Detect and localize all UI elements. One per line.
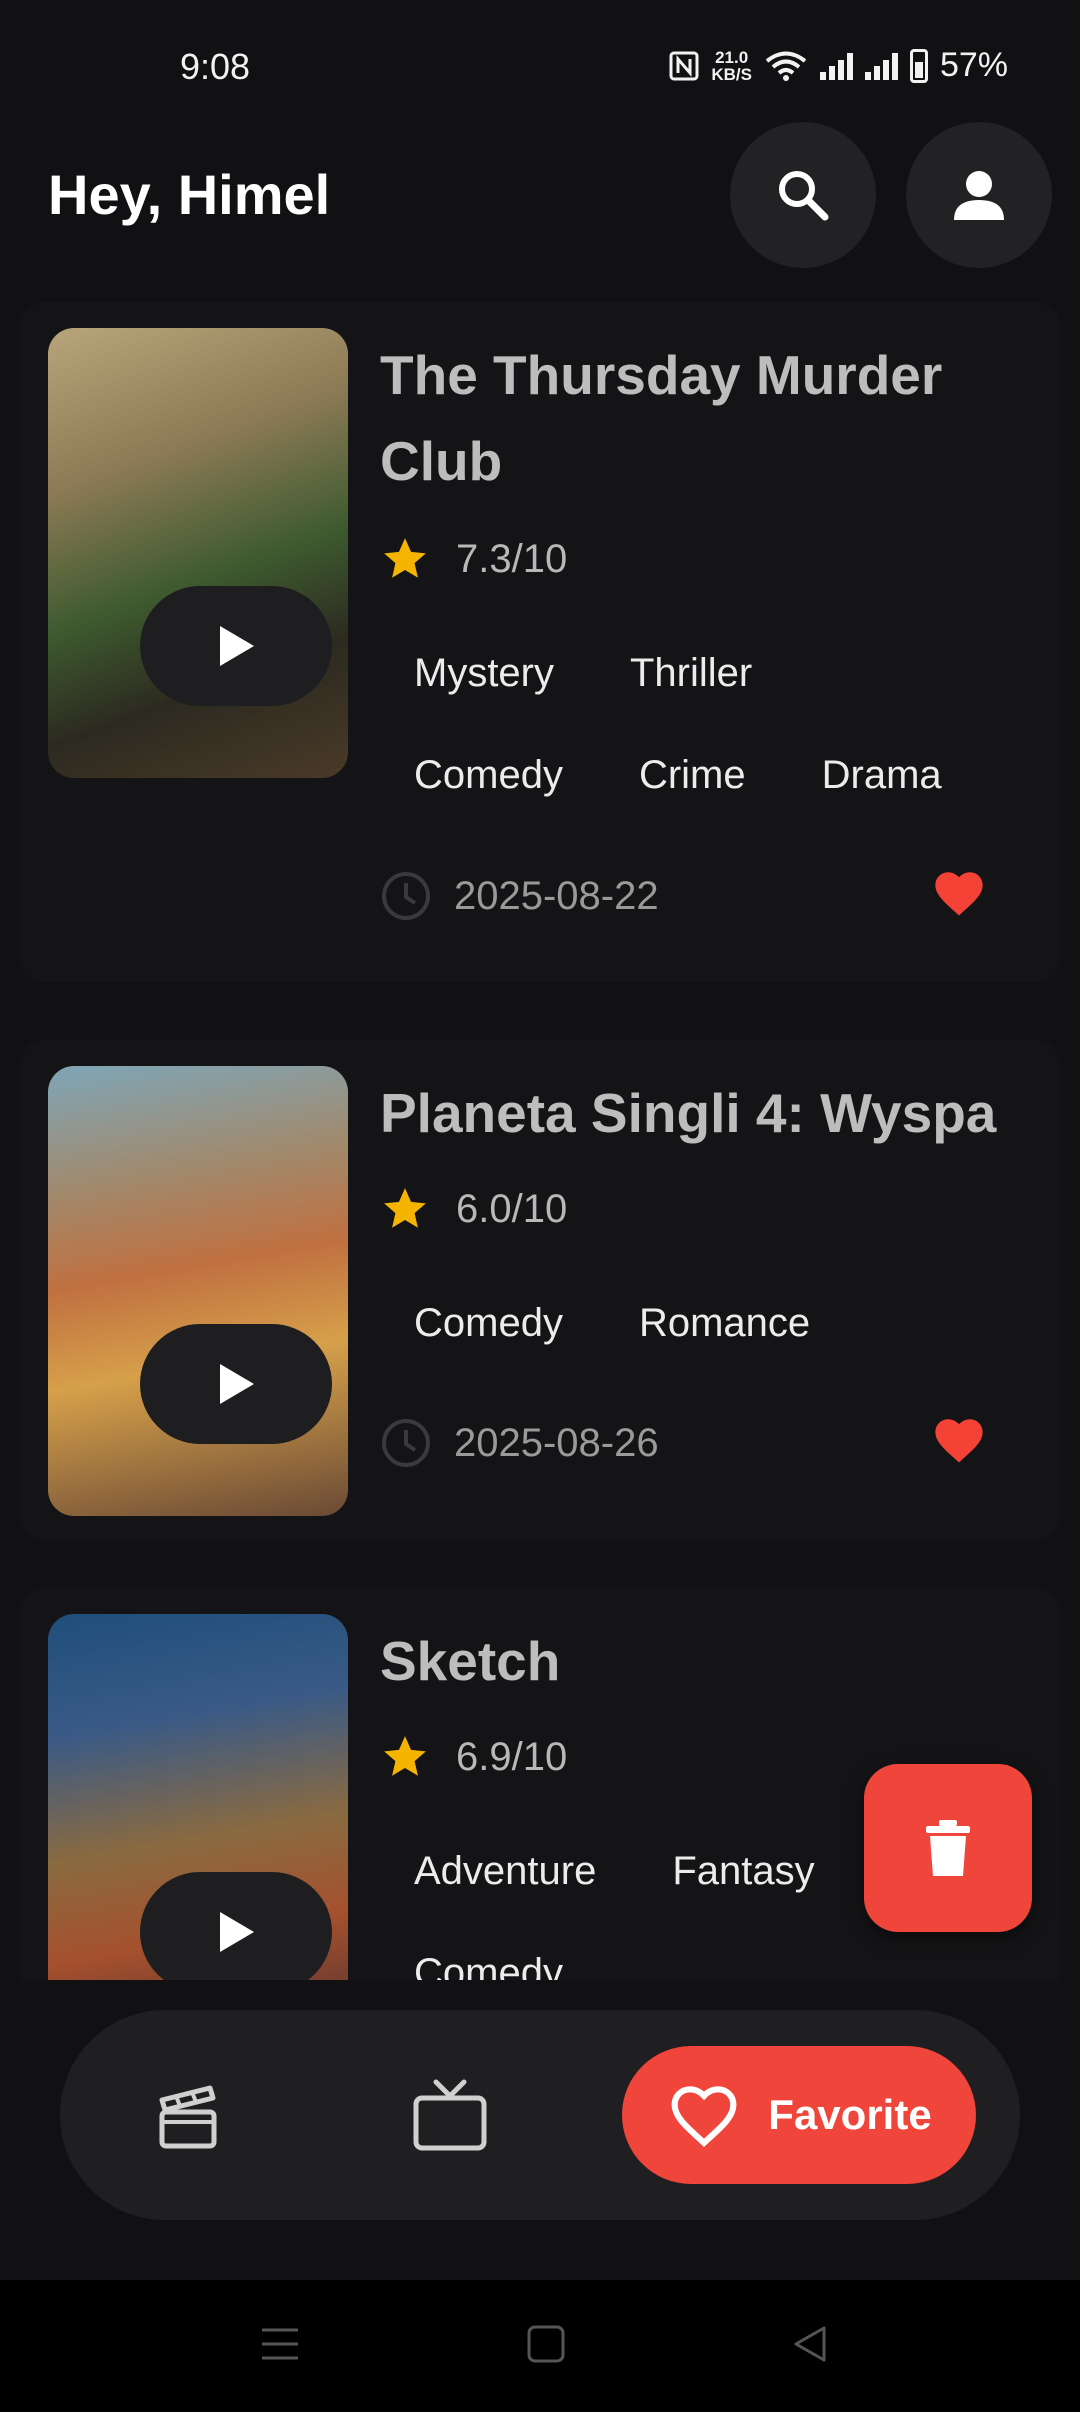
release-date: 2025-08-26 <box>380 1417 659 1469</box>
star-icon <box>384 1736 426 1776</box>
star-icon <box>384 1188 426 1228</box>
movie-title: The Thursday Murder Club <box>380 344 943 492</box>
movie-title: Sketch <box>380 1630 561 1692</box>
movie-rating: 7.3/10 <box>380 534 567 584</box>
search-button[interactable] <box>730 122 876 268</box>
battery-percent: 57% <box>939 46 1008 84</box>
movie-poster <box>48 1066 348 1516</box>
genre-chip[interactable]: Comedy <box>378 724 603 826</box>
clock-icon <box>382 1419 430 1467</box>
genre-chip[interactable]: Thriller <box>594 622 792 724</box>
nav-favorite-label: Favorite <box>768 2091 932 2138</box>
clock-icon <box>382 872 430 920</box>
heart-icon[interactable] <box>932 1415 986 1465</box>
movie-rating: 6.0/10 <box>380 1184 567 1234</box>
play-icon <box>220 1364 254 1404</box>
person-icon <box>954 171 1004 220</box>
genre-chips: Mystery Thriller Comedy Crime Drama <box>378 622 998 826</box>
recents-icon[interactable] <box>260 2324 300 2364</box>
genre-chip[interactable]: Drama <box>786 724 982 826</box>
release-date: 2025-08-22 <box>380 870 659 922</box>
genre-chip[interactable]: Fantasy <box>636 1820 854 1922</box>
genre-chip[interactable]: Comedy <box>378 1272 603 1374</box>
nfc-icon <box>669 51 699 80</box>
genre-chip[interactable]: Crime <box>603 724 786 826</box>
genre-chip[interactable]: Romance <box>603 1272 850 1374</box>
wifi-icon <box>765 51 807 81</box>
favorites-list[interactable]: The Thursday Murder Club 7.3/10 Mystery … <box>0 300 1080 1980</box>
battery-icon <box>909 48 928 83</box>
movie-card[interactable]: Planeta Singli 4: Wyspa 6.0/10 Comedy Ro… <box>20 1040 1060 1540</box>
nav-favorite-tab[interactable]: Favorite <box>622 2046 976 2184</box>
status-bar: 9:08 21.0 KB/S 57% <box>0 0 1080 110</box>
system-navigation-bar <box>0 2280 1080 2412</box>
movie-poster <box>48 1614 348 1980</box>
play-icon <box>220 1912 254 1952</box>
genre-chips: Comedy Romance <box>378 1272 998 1374</box>
signal-icon-1 <box>819 52 853 80</box>
movie-clapper-icon[interactable] <box>156 2080 220 2150</box>
movie-card[interactable]: The Thursday Murder Club 7.3/10 Mystery … <box>20 302 1060 982</box>
genre-chip[interactable]: Comedy <box>378 1922 603 1980</box>
profile-button[interactable] <box>906 122 1052 268</box>
home-icon[interactable] <box>526 2324 566 2364</box>
movie-poster <box>48 328 348 778</box>
genre-chip[interactable]: Adventure <box>378 1820 636 1922</box>
heart-outline-icon <box>671 2086 737 2148</box>
bottom-navigation: Favorite <box>60 2010 1020 2220</box>
movie-rating: 6.9/10 <box>380 1732 567 1782</box>
delete-all-button[interactable] <box>864 1764 1032 1932</box>
search-icon <box>779 171 829 221</box>
play-button[interactable] <box>140 586 332 706</box>
play-button[interactable] <box>140 1872 332 1980</box>
play-icon <box>220 626 254 666</box>
genre-chip[interactable]: Mystery <box>378 622 594 724</box>
status-icons: 21.0 KB/S 57% <box>669 46 1008 85</box>
net-speed: 21.0 KB/S <box>711 47 752 84</box>
signal-icon-2 <box>864 52 898 80</box>
play-button[interactable] <box>140 1324 332 1444</box>
star-icon <box>384 538 426 578</box>
status-time: 9:08 <box>180 46 251 87</box>
trash-icon <box>926 1820 970 1876</box>
greeting-title: Hey, Himel <box>48 163 331 226</box>
tv-icon[interactable] <box>412 2078 488 2152</box>
movie-title: Planeta Singli 4: Wyspa <box>380 1082 997 1144</box>
back-icon[interactable] <box>790 2324 830 2364</box>
heart-icon[interactable] <box>932 868 986 918</box>
